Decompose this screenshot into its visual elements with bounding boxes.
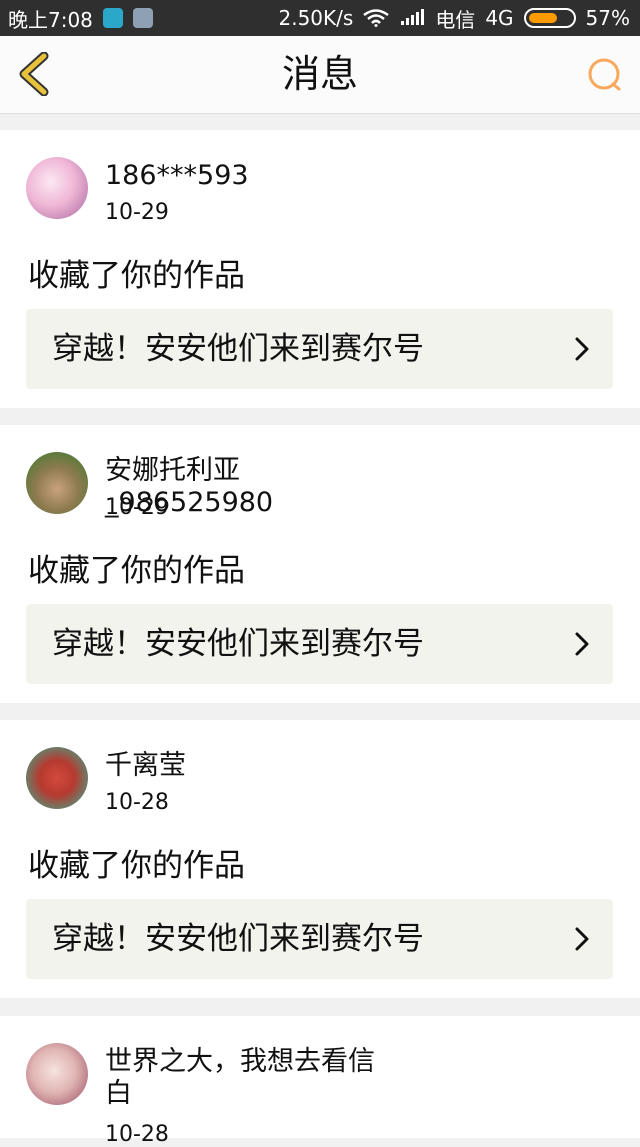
- battery-icon: [523, 8, 576, 28]
- avatar[interactable]: [26, 157, 88, 219]
- wifi-icon: [363, 9, 390, 27]
- network-speed: 2.50K/s: [278, 6, 354, 30]
- shield-icon: [102, 8, 123, 28]
- chevron-right-icon: [575, 927, 589, 951]
- chevron-right-icon: [575, 337, 589, 361]
- top-bar: 消息: [0, 36, 640, 114]
- doc-icon: [132, 8, 153, 28]
- status-time: 晚上7:08: [8, 7, 93, 32]
- message-action: 收藏了你的作品: [28, 553, 245, 589]
- signal-icon: [399, 9, 425, 27]
- message-date: 10-28: [105, 790, 169, 815]
- page-title: 消息: [281, 52, 358, 96]
- search-icon[interactable]: [586, 56, 624, 94]
- avatar[interactable]: [26, 747, 88, 809]
- message-date: 10-28: [105, 1122, 169, 1147]
- message-action: 收藏了你的作品: [28, 258, 245, 294]
- work-title: 穿越！安安他们来到赛尔号: [52, 331, 424, 367]
- username[interactable]: 186***593: [105, 160, 405, 192]
- message-card: 安娜托利亚_986525980 10-29 收藏了你的作品 穿越！安安他们来到赛…: [0, 425, 640, 703]
- message-card: 千离莹 10-28 收藏了你的作品 穿越！安安他们来到赛尔号: [0, 720, 640, 998]
- work-link[interactable]: 穿越！安安他们来到赛尔号: [26, 899, 613, 979]
- message-card: 世界之大，我想去看信白 10-28: [0, 1016, 640, 1147]
- work-title: 穿越！安安他们来到赛尔号: [52, 626, 424, 662]
- username[interactable]: 世界之大，我想去看信白: [105, 1046, 395, 1110]
- status-bar: 晚上7:08 2.50K/s 电信 4G 57%: [0, 0, 640, 36]
- work-link[interactable]: 穿越！安安他们来到赛尔号: [26, 604, 613, 684]
- work-title: 穿越！安安他们来到赛尔号: [52, 921, 424, 957]
- username[interactable]: 千离莹: [105, 750, 405, 782]
- network-type: 4G: [485, 6, 514, 30]
- carrier-name: 电信: [435, 7, 476, 32]
- chevron-right-icon: [575, 632, 589, 656]
- battery-percent: 57%: [585, 6, 630, 30]
- message-action: 收藏了你的作品: [28, 848, 245, 884]
- avatar[interactable]: [26, 452, 88, 514]
- message-date: 10-29: [105, 200, 169, 225]
- message-card: 186***593 10-29 收藏了你的作品 穿越！安安他们来到赛尔号: [0, 130, 640, 408]
- work-link[interactable]: 穿越！安安他们来到赛尔号: [26, 309, 613, 389]
- message-date: 10-29: [105, 495, 169, 520]
- avatar[interactable]: [26, 1043, 88, 1105]
